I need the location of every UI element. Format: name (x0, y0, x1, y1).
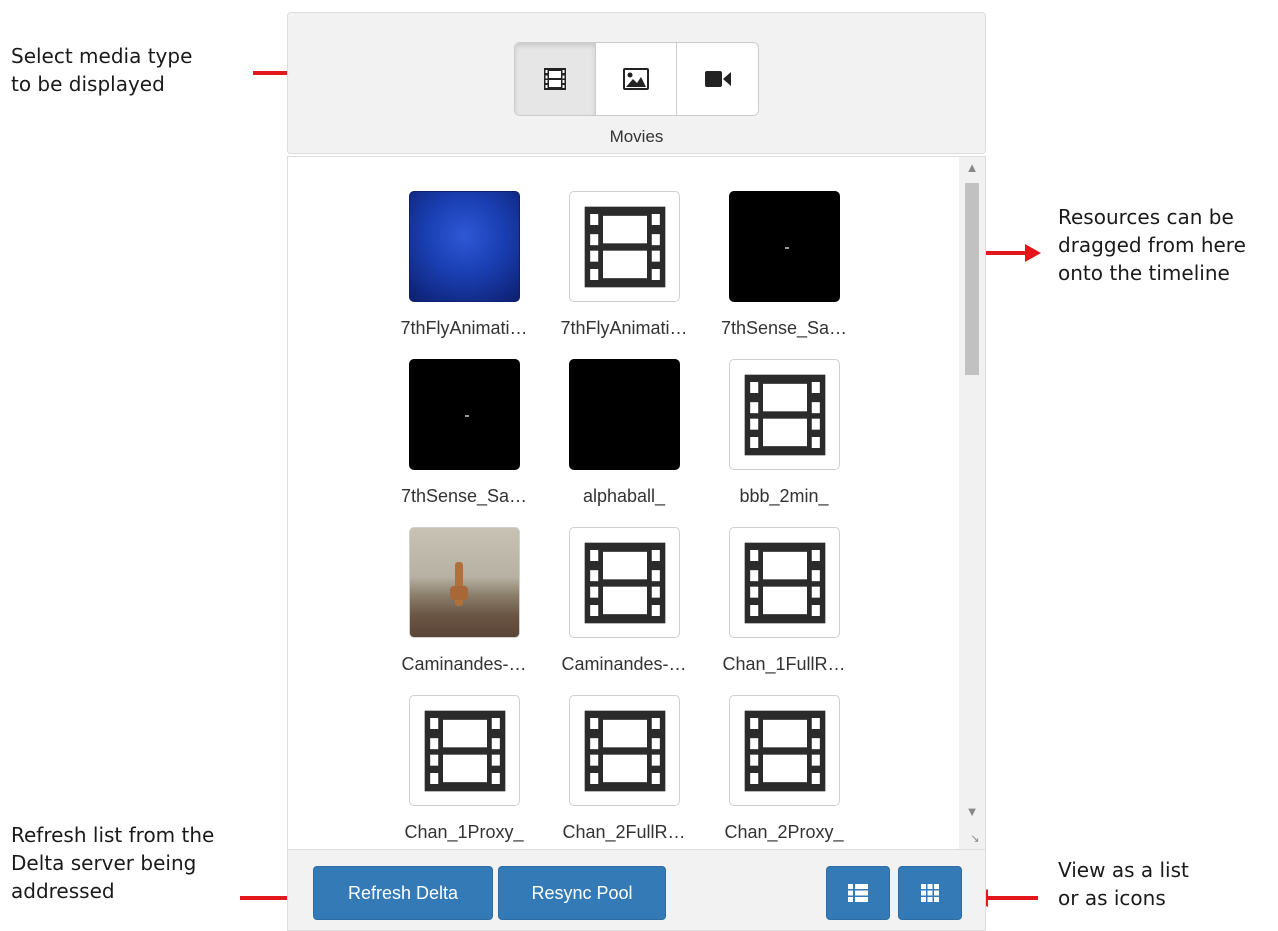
resize-handle-icon[interactable]: ↘ (967, 831, 983, 847)
film-icon (584, 710, 665, 791)
grid-view-icon (921, 884, 939, 902)
media-type-selector (514, 42, 759, 116)
film-icon (584, 206, 665, 287)
resource-thumbnail (569, 695, 680, 806)
resource-item[interactable]: Chan_1FullR… (704, 527, 864, 695)
resource-item[interactable]: Caminandes-… (384, 527, 544, 695)
resource-name: Chan_2Proxy_ (724, 822, 844, 842)
list-view-button[interactable] (826, 866, 890, 920)
resource-item[interactable]: Chan_2FullR… (544, 695, 704, 849)
resource-name: 7thFlyAnimati… (560, 318, 688, 338)
selected-media-type-label: Movies (609, 127, 664, 146)
icon-view-button[interactable] (898, 866, 962, 920)
resource-item[interactable]: Chan_1Proxy_ (384, 695, 544, 849)
film-icon (744, 542, 825, 623)
resource-thumbnail (409, 527, 520, 638)
resource-item[interactable]: bbb_2min_ (704, 359, 864, 527)
resource-item[interactable]: Caminandes-… (544, 527, 704, 695)
resource-item[interactable]: Chan_2Proxy_ (704, 695, 864, 849)
media-type-video-button[interactable] (677, 43, 758, 115)
resource-name: alphaball_ (582, 486, 666, 506)
bottom-toolbar: Refresh Delta Resync Pool (287, 850, 986, 931)
resource-thumbnail (409, 695, 520, 806)
resource-name: Caminandes-… (401, 654, 527, 674)
resource-name: bbb_2min_ (739, 486, 829, 506)
scroll-up-arrow-icon[interactable]: ▲ (959, 157, 985, 179)
resource-name: Caminandes-… (561, 654, 687, 674)
resource-name: Chan_1Proxy_ (404, 822, 524, 842)
resource-thumbnail (409, 191, 520, 302)
list-view-icon (848, 884, 868, 902)
resource-thumbnail (409, 359, 520, 470)
resource-item[interactable]: alphaball_ (544, 359, 704, 527)
annotation-refresh-list: Refresh list from the Delta server being… (11, 823, 215, 903)
resource-name: 7thSense_Sa… (720, 318, 848, 338)
resource-list-panel[interactable]: 7thFlyAnimati… 7thFlyAnimati… 7thSense_Sa…… (287, 156, 986, 850)
resource-item[interactable]: 7thFlyAnimati… (384, 191, 544, 359)
media-type-panel: Movies (287, 12, 986, 154)
resource-name: Chan_2FullR… (562, 822, 686, 842)
refresh-delta-button[interactable]: Refresh Delta (313, 866, 493, 920)
resource-grid: 7thFlyAnimati… 7thFlyAnimati… 7thSense_Sa…… (384, 191, 884, 849)
resource-thumbnail (569, 359, 680, 470)
resync-pool-button[interactable]: Resync Pool (498, 866, 666, 920)
resource-thumbnail (729, 359, 840, 470)
resource-thumbnail (729, 695, 840, 806)
scrollbar[interactable]: ▲ ▼ (959, 157, 985, 849)
resource-item[interactable]: 7thFlyAnimati… (544, 191, 704, 359)
annotation-arrow-view (972, 889, 1038, 907)
film-icon (424, 710, 505, 791)
resource-name: 7thFlyAnimati… (400, 318, 528, 338)
resource-item[interactable]: 7thSense_Sa… (704, 191, 864, 359)
scrollbar-thumb[interactable] (965, 183, 979, 375)
resource-item[interactable]: 7thSense_Sa… (384, 359, 544, 527)
media-type-movies-button[interactable] (515, 43, 596, 115)
scroll-down-arrow-icon[interactable]: ▼ (959, 801, 985, 823)
film-icon (744, 374, 825, 455)
resource-thumbnail (729, 191, 840, 302)
resource-thumbnail (729, 527, 840, 638)
film-icon (744, 710, 825, 791)
annotation-resources-drag: Resources can be dragged from here onto … (1058, 205, 1246, 285)
media-type-images-button[interactable] (596, 43, 677, 115)
annotation-select-media: Select media type to be displayed (11, 44, 193, 96)
resource-name: 7thSense_Sa… (400, 486, 528, 506)
image-icon (623, 68, 649, 90)
resource-name: Chan_1FullR… (722, 654, 846, 674)
annotation-view-as: View as a list or as icons (1058, 858, 1189, 910)
film-icon (584, 542, 665, 623)
resource-thumbnail (569, 191, 680, 302)
film-icon (544, 68, 566, 90)
video-camera-icon (704, 71, 731, 87)
resource-thumbnail (569, 527, 680, 638)
